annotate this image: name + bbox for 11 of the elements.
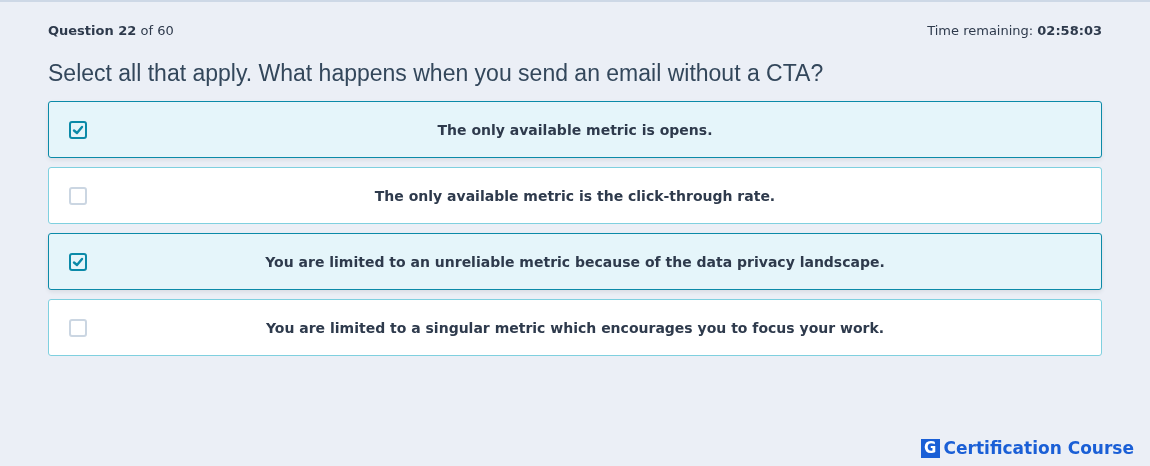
checkbox[interactable]	[69, 252, 87, 271]
answer-option[interactable]: The only available metric is opens.	[48, 101, 1102, 158]
answer-option[interactable]: The only available metric is the click-through rate.	[48, 167, 1102, 224]
checkbox[interactable]	[69, 120, 87, 139]
question-counter: Question 22 of 60	[48, 23, 174, 38]
answer-option[interactable]: You are limited to an unreliable metric because of the data privacy landscape.	[48, 233, 1102, 290]
answer-option[interactable]: You are limited to a singular metric which encourages you to focus your work.	[48, 299, 1102, 356]
time-remaining: Time remaining: 02:58:03	[927, 23, 1102, 38]
logo-mark: G	[920, 438, 940, 458]
brand-name: Certification Course	[943, 438, 1134, 458]
question-text: Select all that apply. What happens when you send an email without a CTA?	[48, 60, 825, 87]
